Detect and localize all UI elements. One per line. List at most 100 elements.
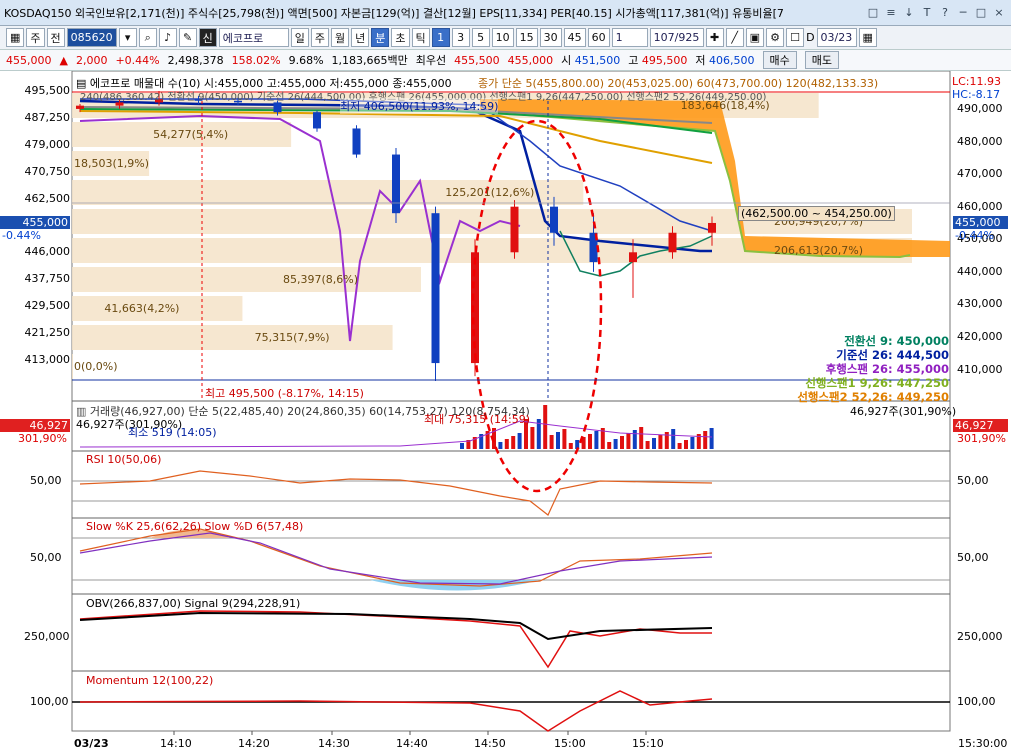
volume-bar <box>645 441 650 449</box>
unit-select[interactable]: 1 <box>611 28 648 47</box>
candle-body <box>510 206 519 253</box>
min-price-annotation: 최저 406,500(11.93%, 14:59) <box>340 98 499 114</box>
volume-bar <box>684 440 688 449</box>
volume-bar <box>556 432 560 449</box>
period-select[interactable]: 주 <box>26 28 45 47</box>
right-tick-label: 460,000 <box>957 199 1003 213</box>
download-icon[interactable]: ↓ <box>901 5 917 21</box>
current-pct-tag-left: -0.44% <box>2 229 41 242</box>
volume-bar <box>517 433 522 449</box>
text-icon[interactable]: T <box>919 5 935 21</box>
volume-bar <box>709 428 714 449</box>
time-tick-label: 14:10 <box>160 737 192 750</box>
help-icon[interactable]: ? <box>937 5 953 21</box>
speaker-icon[interactable]: ♪ <box>158 28 177 47</box>
stock-name-field[interactable]: 에코프로 <box>218 28 289 47</box>
minute-45-button[interactable]: 45 <box>563 28 586 47</box>
minimize-icon[interactable]: ─ <box>955 5 971 21</box>
obv-right-tick: 250,000 <box>957 630 1003 643</box>
high-label: 고 <box>628 54 639 67</box>
volume-profile-bar <box>72 267 421 292</box>
time-tick-label: 14:50 <box>474 737 506 750</box>
price-change: 2,000 <box>75 53 108 67</box>
calendar-icon[interactable]: ▦ <box>858 28 877 47</box>
window-titlebar: KOSDAQ150 외국인보유[2,171(천)] 주식수[25,798(천)]… <box>0 0 1011 26</box>
current-price: 455,000 <box>6 53 52 67</box>
momentum-header: Momentum 12(100,22) <box>86 674 214 687</box>
minute-10-button[interactable]: 10 <box>491 28 514 47</box>
page-count-field: 107/925 <box>649 28 704 47</box>
volume-bar <box>498 442 503 449</box>
tools-icon[interactable]: ✚ <box>705 28 724 47</box>
minute-30-button[interactable]: 30 <box>539 28 562 47</box>
obv-header: OBV(266,837,00) Signal 9(294,228,91) <box>86 597 301 610</box>
period-second-button[interactable]: 초 <box>391 28 410 47</box>
code-dropdown-icon[interactable]: ▾ <box>118 28 137 47</box>
stock-code-input[interactable]: 085620 <box>66 28 117 47</box>
period-year-button[interactable]: 년 <box>351 28 370 47</box>
period-month-button[interactable]: 월 <box>331 28 350 47</box>
ichimoku-legend-item: 전환선 9: 450,000 <box>844 334 949 348</box>
current-price-tag-right-text: 455,000 <box>955 216 1001 229</box>
buy-button[interactable]: 매수 <box>762 51 797 69</box>
minute-60-button[interactable]: 60 <box>587 28 610 47</box>
volume-bar <box>613 439 618 449</box>
volume-left-tag: 46,927 <box>0 419 70 432</box>
left-tick-label: 413,000 <box>24 352 71 366</box>
candle-body <box>76 105 84 109</box>
minute-1-button[interactable]: 1 <box>431 28 450 47</box>
minute-15-button[interactable]: 15 <box>515 28 538 47</box>
bookmark-icon[interactable]: ✎ <box>178 28 197 47</box>
candle-body <box>273 102 282 113</box>
sell-button[interactable]: 매도 <box>804 51 840 69</box>
open-label: 시 <box>561 54 572 67</box>
period-tick-button[interactable]: 틱 <box>411 28 430 47</box>
current-pct-tag-right: -0.44% <box>955 229 994 242</box>
candle-body <box>668 232 677 253</box>
momentum-left-tick: 100,00 <box>30 695 69 708</box>
period-week-button[interactable]: 주 <box>310 28 330 47</box>
draw-icon[interactable]: ╱ <box>725 28 744 47</box>
candle-body <box>550 206 558 233</box>
volume-bar <box>594 431 599 449</box>
date-field[interactable]: 03/23 <box>816 28 857 47</box>
rsi-right-tick: 50,00 <box>957 474 989 487</box>
volume-profile-label: 85,397(8,6%) <box>282 272 359 286</box>
time-tick-label: 14:20 <box>238 737 270 750</box>
volume-profile-bar <box>72 325 393 350</box>
layout-icon[interactable]: ▦ <box>6 28 25 47</box>
trade-amount: 1,183,665백만 <box>331 54 408 67</box>
settings-icon[interactable]: ⚙ <box>766 28 785 47</box>
maximize-icon[interactable]: □ <box>973 5 989 21</box>
search-icon[interactable]: ⌕ <box>138 28 157 47</box>
volume-profile-label: 206,613(20,7%) <box>774 243 864 257</box>
volume-profile-label: 183,646(18,4%) <box>680 98 770 112</box>
menu-icon[interactable]: ≡ <box>883 5 899 21</box>
stoch-right-tick: 50,00 <box>957 551 989 564</box>
close-icon[interactable]: × <box>991 5 1007 21</box>
d-checkbox[interactable]: ☐ <box>786 28 805 47</box>
right-tick-label: 430,000 <box>957 297 1003 311</box>
period-day-button[interactable]: 일 <box>290 28 309 47</box>
volume-profile-bar <box>72 354 73 379</box>
d-label: D <box>806 31 815 44</box>
turnover-rate: 9.68% <box>288 53 324 67</box>
stoch-left-tick: 50,00 <box>30 551 62 564</box>
left-tick-label: 429,500 <box>24 299 71 313</box>
restore-icon[interactable]: □ <box>865 5 881 21</box>
left-tick-label: 495,500 <box>24 84 71 97</box>
volume-right-tag-text: 46,927 <box>955 419 994 432</box>
right-tick-label: 490,000 <box>957 101 1003 115</box>
prev-button[interactable]: 전 <box>46 28 65 47</box>
minute-3-button[interactable]: 3 <box>451 28 470 47</box>
ichimoku-legend-item: 선행스팬1 9,26: 447,250 <box>805 376 949 390</box>
ichimoku-legend-item: 후행스팬 26: 455,000 <box>825 362 949 376</box>
right-tick-label: 470,000 <box>957 167 1003 181</box>
time-tick-label: 14:40 <box>396 737 428 750</box>
quote-bar: 455,000 ▲ 2,000 +0.44% 2,498,378 158.02%… <box>0 50 1011 71</box>
volume-profile-label: 0(0,0%) <box>74 359 118 373</box>
volume-bar <box>671 429 676 449</box>
minute-5-button[interactable]: 5 <box>471 28 490 47</box>
period-minute-button[interactable]: 분 <box>371 28 390 47</box>
save-icon[interactable]: ▣ <box>745 28 765 47</box>
